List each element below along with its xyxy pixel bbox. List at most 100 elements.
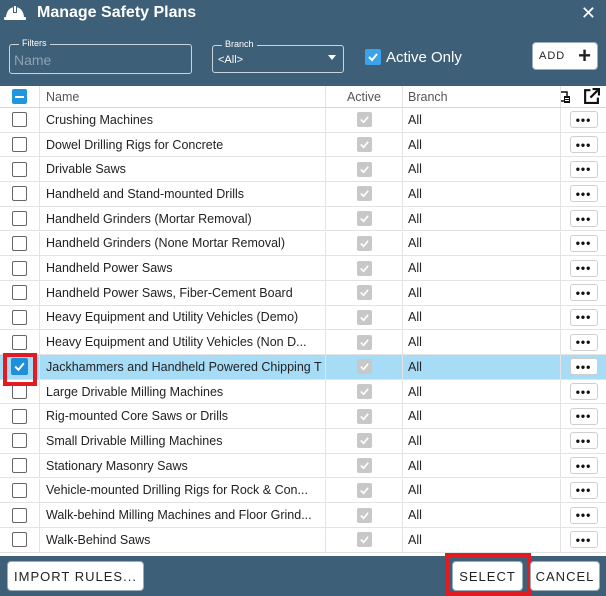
more-options-button[interactable]: ••• — [569, 160, 598, 178]
row-checkbox[interactable] — [12, 334, 27, 350]
row-select-cell — [0, 404, 40, 429]
row-branch: All — [403, 256, 561, 280]
table-row[interactable]: Jackhammers and Handheld Powered Chippin… — [0, 355, 606, 380]
column-header-active[interactable]: Active — [326, 86, 403, 107]
check-icon — [359, 388, 369, 396]
row-name: Walk-behind Milling Machines and Floor G… — [40, 503, 326, 527]
column-chooser-icon[interactable] — [561, 90, 571, 104]
more-options-button[interactable]: ••• — [569, 333, 598, 351]
row-checkbox[interactable] — [12, 482, 27, 498]
table-row[interactable]: Handheld Power Saws, Fiber-Cement Board A… — [0, 280, 606, 306]
more-options-button[interactable]: ••• — [569, 259, 598, 277]
name-filter-input[interactable] — [14, 51, 184, 69]
check-icon — [359, 338, 369, 347]
row-branch: All — [403, 305, 561, 330]
table-row[interactable]: Heavy Equipment and Utility Vehicles (De… — [0, 305, 606, 331]
row-select-cell — [0, 330, 40, 354]
row-name: Handheld Power Saws — [40, 256, 326, 280]
table-row[interactable]: Handheld Power Saws All ••• — [0, 256, 606, 281]
table-row[interactable]: Rig-mounted Core Saws or Drills All ••• — [0, 404, 606, 430]
table-row[interactable]: Stationary Masonry Saws All ••• — [0, 453, 606, 479]
row-checkbox[interactable] — [12, 507, 27, 523]
more-options-button[interactable]: ••• — [569, 481, 598, 499]
row-active-cell — [326, 330, 403, 354]
active-checkbox-disabled — [356, 260, 372, 276]
row-checkbox[interactable] — [12, 433, 27, 449]
more-options-button[interactable]: ••• — [569, 432, 598, 450]
row-checkbox[interactable] — [12, 309, 27, 325]
table-row[interactable]: Small Drivable Milling Machines All ••• — [0, 429, 606, 454]
filters-legend: Filters — [19, 38, 50, 48]
check-icon — [359, 536, 369, 544]
row-branch: All — [403, 206, 561, 231]
row-checkbox[interactable] — [12, 458, 27, 474]
add-button[interactable]: ADD + — [532, 42, 598, 70]
row-checkbox[interactable] — [12, 161, 27, 177]
row-checkbox[interactable] — [12, 112, 27, 128]
row-select-cell — [0, 429, 40, 453]
row-checkbox[interactable] — [12, 235, 27, 251]
row-checkbox[interactable] — [12, 260, 27, 276]
more-options-button[interactable]: ••• — [569, 136, 598, 154]
row-checkbox[interactable] — [12, 137, 27, 153]
check-icon — [359, 165, 369, 174]
active-only-toggle[interactable]: Active Only — [365, 48, 462, 66]
external-link-icon[interactable] — [583, 88, 600, 105]
check-icon — [359, 511, 369, 520]
close-icon[interactable]: ✕ — [581, 3, 596, 23]
more-options-button[interactable]: ••• — [569, 111, 598, 129]
more-options-button[interactable]: ••• — [569, 308, 598, 326]
row-checkbox[interactable] — [12, 186, 27, 202]
row-checkbox[interactable] — [12, 532, 27, 548]
row-actions-cell: ••• — [561, 528, 606, 552]
more-options-button[interactable]: ••• — [569, 210, 598, 228]
more-options-button[interactable]: ••• — [569, 407, 598, 425]
column-header-branch[interactable]: Branch — [403, 86, 561, 107]
row-select-cell — [0, 478, 40, 503]
row-active-cell — [326, 379, 403, 404]
table-row[interactable]: Handheld and Stand-mounted Drills All ••• — [0, 182, 606, 207]
row-select-cell — [0, 157, 40, 182]
table-row[interactable]: Walk-behind Milling Machines and Floor G… — [0, 503, 606, 528]
table-row[interactable]: Handheld Grinders (Mortar Removal) All ••• — [0, 206, 606, 232]
table-row[interactable]: Walk-Behind Saws All ••• — [0, 527, 606, 553]
table-row[interactable]: Heavy Equipment and Utility Vehicles (No… — [0, 330, 606, 355]
select-all-checkbox[interactable] — [12, 89, 27, 104]
row-name: Handheld and Stand-mounted Drills — [40, 182, 326, 206]
row-name: Walk-Behind Saws — [40, 527, 326, 552]
import-rules-button[interactable]: IMPORT RULES... — [7, 561, 144, 591]
row-checkbox[interactable] — [12, 285, 27, 301]
row-active-cell — [326, 305, 403, 330]
branch-select[interactable]: Branch <All> — [212, 39, 344, 73]
more-options-button[interactable]: ••• — [569, 185, 598, 203]
row-actions-cell: ••• — [561, 404, 606, 428]
more-options-button[interactable]: ••• — [569, 234, 598, 252]
table-row[interactable]: Crushing Machines All ••• — [0, 108, 606, 133]
more-options-button[interactable]: ••• — [569, 506, 598, 524]
more-options-button[interactable]: ••• — [569, 358, 598, 376]
row-select-cell — [0, 527, 40, 552]
select-button[interactable]: SELECT — [452, 561, 523, 591]
row-name: Drivable Saws — [40, 157, 326, 182]
row-actions-cell: ••• — [561, 281, 606, 305]
more-options-button[interactable]: ••• — [569, 457, 598, 475]
table-row[interactable]: Vehicle-mounted Drilling Rigs for Rock &… — [0, 478, 606, 504]
more-options-button[interactable]: ••• — [569, 531, 598, 549]
active-checkbox-disabled — [356, 507, 372, 523]
row-checkbox[interactable] — [12, 408, 27, 424]
more-options-button[interactable]: ••• — [569, 284, 598, 302]
table-row[interactable]: Drivable Saws All ••• — [0, 157, 606, 183]
row-checkbox[interactable] — [12, 384, 27, 400]
row-branch: All — [403, 182, 561, 206]
cancel-button[interactable]: CANCEL — [530, 561, 600, 591]
active-only-checkbox[interactable] — [365, 49, 381, 65]
more-options-button[interactable]: ••• — [569, 383, 598, 401]
table-row[interactable]: Large Drivable Milling Machines All ••• — [0, 379, 606, 405]
table-row[interactable]: Dowel Drilling Rigs for Concrete All ••• — [0, 132, 606, 158]
row-select-cell — [0, 206, 40, 231]
column-header-name[interactable]: Name — [40, 86, 326, 107]
row-branch: All — [403, 478, 561, 503]
dialog-footer: IMPORT RULES... SELECT CANCEL — [0, 553, 606, 596]
table-row[interactable]: Handheld Grinders (None Mortar Removal) A… — [0, 231, 606, 257]
row-checkbox[interactable] — [12, 211, 27, 227]
